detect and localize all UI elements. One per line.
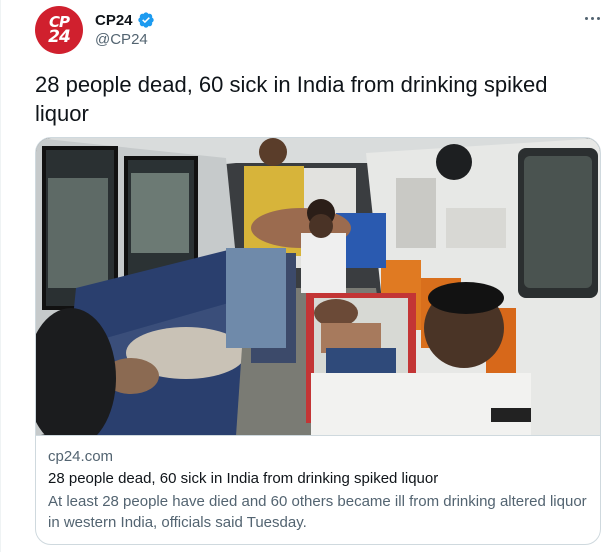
verified-badge-icon — [137, 11, 155, 29]
author-name-row[interactable]: CP24 — [95, 10, 155, 30]
logo-line-2: 24 — [48, 27, 71, 47]
more-options-icon[interactable] — [579, 8, 605, 28]
tweet-text: 28 people dead, 60 sick in India from dr… — [35, 72, 548, 126]
card-domain[interactable]: cp24.com — [48, 448, 113, 465]
link-card[interactable]: cp24.com 28 people dead, 60 sick in Indi… — [35, 137, 601, 545]
display-name[interactable]: CP24 — [95, 12, 133, 29]
card-title[interactable]: 28 people dead, 60 sick in India from dr… — [48, 470, 438, 487]
handle[interactable]: @CP24 — [95, 31, 148, 48]
tweet[interactable]: CP 24 CP24 @CP24 28 people dead, 60 sick… — [0, 0, 612, 552]
card-image[interactable] — [36, 138, 600, 436]
ambulance-photo — [36, 138, 600, 436]
cp24-logo: CP 24 — [35, 15, 83, 47]
avatar[interactable]: CP 24 — [35, 6, 83, 54]
card-divider — [36, 435, 600, 436]
card-description[interactable]: At least 28 people have died and 60 othe… — [48, 491, 588, 533]
